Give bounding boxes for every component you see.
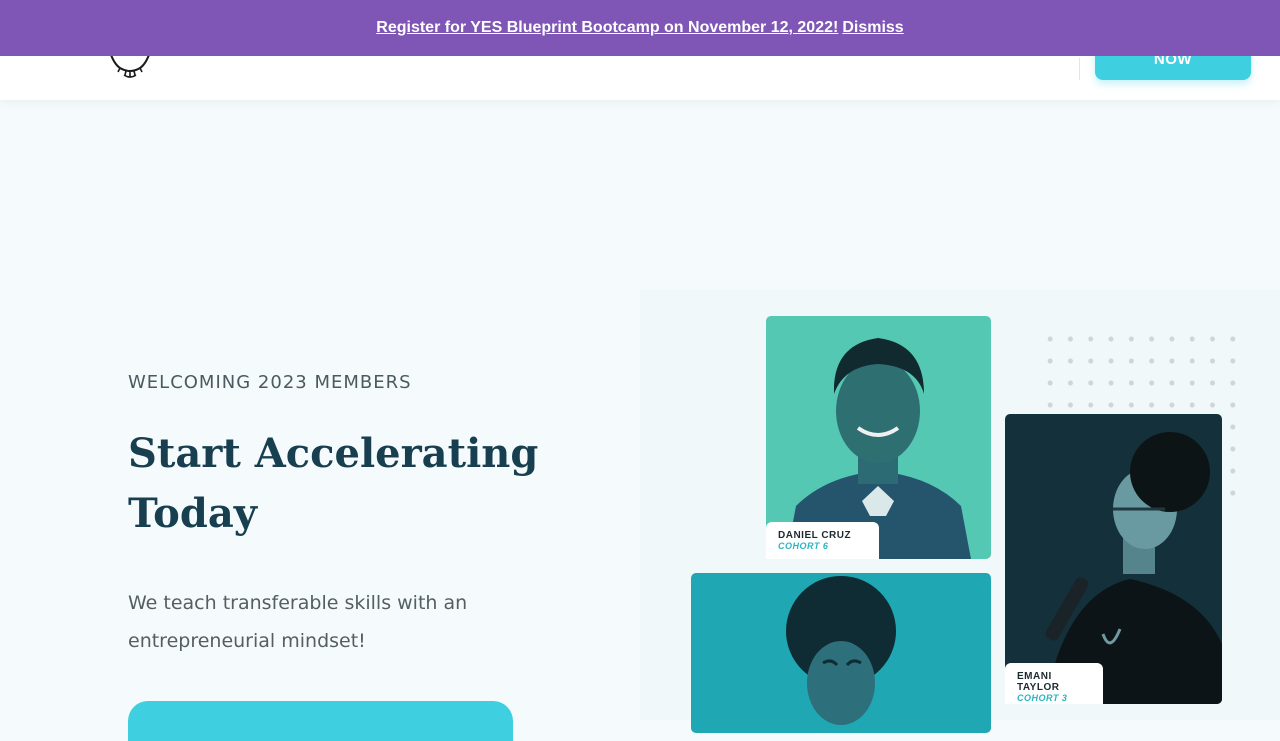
bootcamp-register-link[interactable]: Register for YES Blueprint Bootcamp on N… (376, 19, 838, 37)
member-cohort: COHORT 3 (1017, 693, 1068, 703)
hero-title: Start Accelerating Today (128, 430, 539, 537)
announcement-banner: Register for YES Blueprint Bootcamp on N… (0, 0, 1280, 56)
member-name-tag: EMANI TAYLOR COHORT 3 (1005, 663, 1103, 704)
hero-cta-button[interactable] (128, 701, 513, 741)
member-photo-emani (1005, 414, 1222, 704)
member-cohort: COHORT 6 (778, 541, 829, 551)
member-name: DANIEL CRUZ (778, 530, 852, 541)
dismiss-link[interactable]: Dismiss (842, 19, 903, 37)
header-divider (1079, 58, 1080, 80)
hero-subtitle: We teach transferable skills with an ent… (128, 592, 468, 652)
member-photo-third (691, 573, 991, 733)
hero-eyebrow: WELCOMING 2023 MEMBERS (128, 372, 412, 393)
member-name: EMANI TAYLOR (1017, 671, 1060, 693)
member-name-tag: DANIEL CRUZ COHORT 6 (766, 522, 879, 559)
